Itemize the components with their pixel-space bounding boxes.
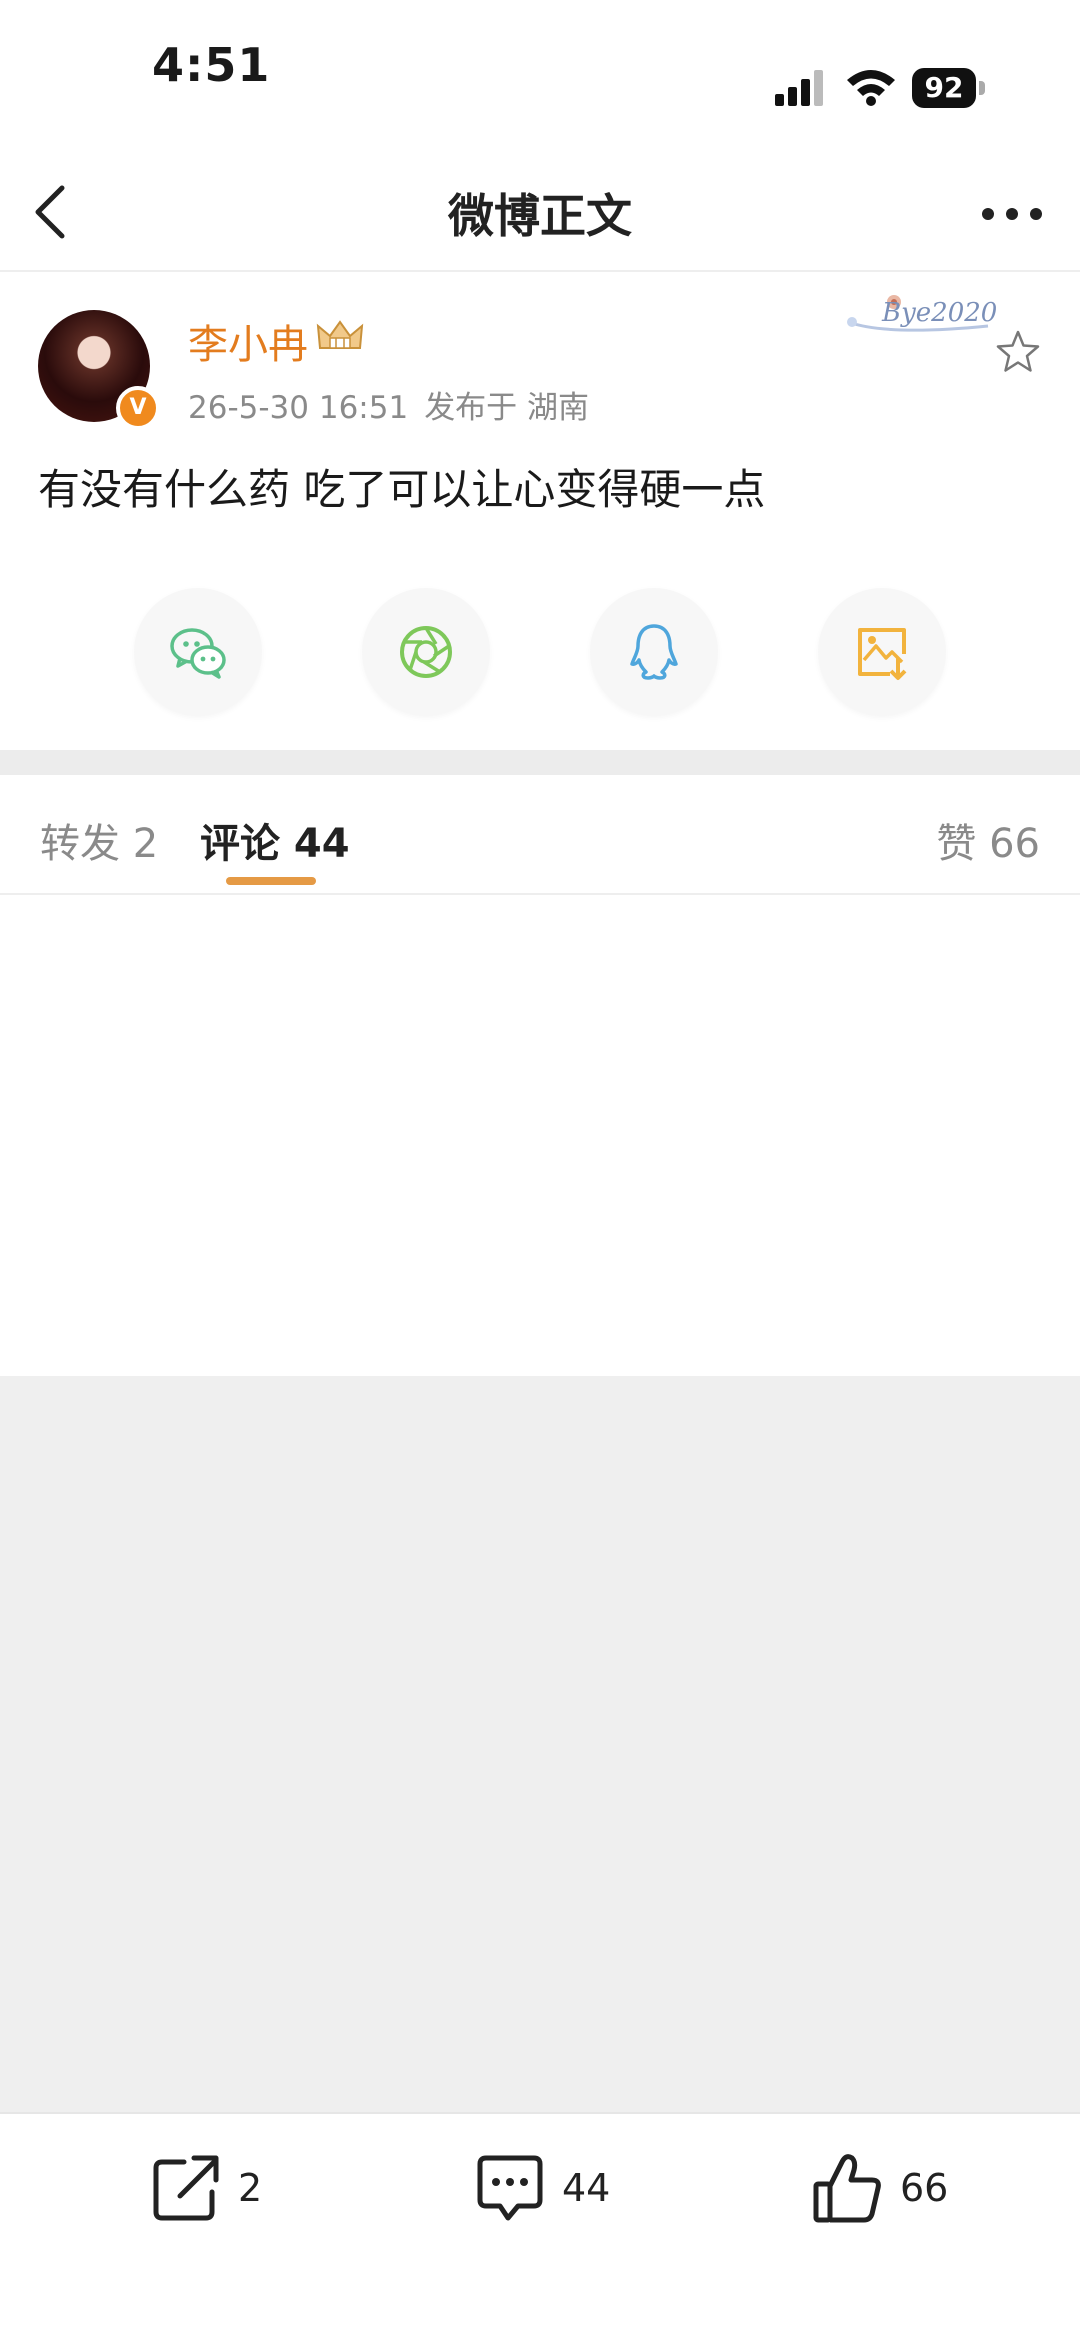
- save-image-button[interactable]: [818, 588, 946, 716]
- status-time: 4:51: [152, 38, 271, 92]
- share-wechat-button[interactable]: [134, 588, 262, 716]
- wechat-icon: [170, 628, 226, 679]
- save-image-icon: [858, 628, 907, 680]
- share-qq-button[interactable]: [590, 588, 718, 716]
- empty-background: [0, 1376, 1080, 2112]
- tab-reposts[interactable]: 转发 2: [40, 811, 158, 869]
- moments-icon: [400, 626, 452, 678]
- comment-icon: [477, 2155, 543, 2221]
- tab-comments[interactable]: 评论 44: [200, 811, 350, 869]
- comment-count: 44: [562, 2166, 611, 2210]
- bottom-toolbar: 2 44 66: [0, 2112, 1080, 2350]
- more-options-icon[interactable]: [980, 206, 1044, 222]
- post-location: 发布于 湖南: [424, 390, 590, 426]
- post-meta: 26-5-30 16:51 发布于 湖南: [188, 382, 589, 427]
- cellular-signal-icon: [775, 70, 823, 106]
- page-title: 微博正文: [448, 189, 632, 243]
- battery-tip: [979, 81, 985, 95]
- like-count: 66: [900, 2166, 949, 2210]
- repost-icon: [153, 2155, 219, 2221]
- comments-list: [0, 895, 1080, 1375]
- favorite-star-icon[interactable]: [994, 328, 1042, 376]
- share-moments-button[interactable]: [362, 588, 490, 716]
- thumbs-up-icon: [813, 2154, 881, 2223]
- verified-badge: V: [116, 386, 160, 430]
- sticker-text: Bye2020: [882, 298, 998, 328]
- status-bar: 4:51 92: [0, 0, 1080, 140]
- section-divider: [0, 750, 1080, 775]
- battery-indicator: 92: [912, 68, 986, 108]
- battery-level: 92: [912, 68, 976, 108]
- crown-icon: [316, 320, 364, 349]
- author-name[interactable]: 李小冉: [188, 312, 308, 370]
- active-tab-indicator: [226, 877, 316, 885]
- bye2020-sticker: Bye2020: [838, 292, 998, 342]
- tab-likes[interactable]: 赞 66: [936, 811, 1040, 869]
- qq-icon: [630, 624, 678, 680]
- repost-count: 2: [238, 2166, 263, 2210]
- interaction-tabs: 转发 2 评论 44 赞 66: [0, 775, 1080, 895]
- post-content: 有没有什么药 吃了可以让心变得硬一点: [38, 465, 766, 514]
- nav-bar: 微博正文: [0, 150, 1080, 272]
- wifi-icon: [847, 70, 895, 106]
- post-timestamp: 26-5-30 16:51: [188, 390, 409, 426]
